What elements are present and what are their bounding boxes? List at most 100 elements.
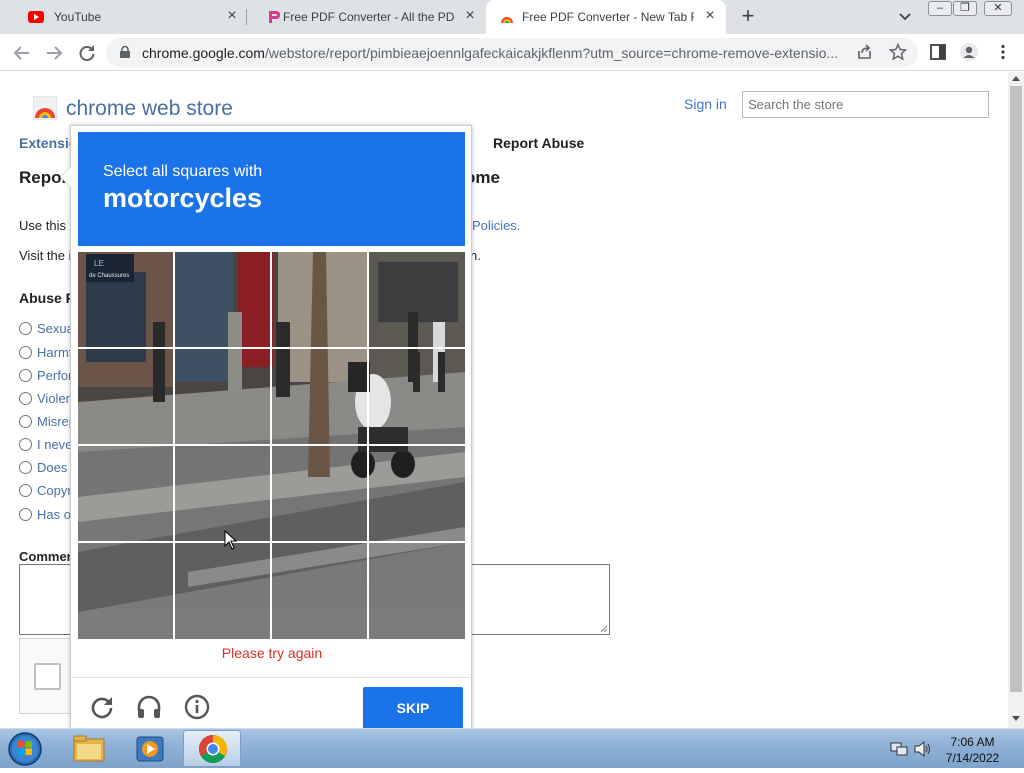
visit-text: Visit the i bbox=[19, 248, 72, 263]
abuse-option-label: Does bbox=[37, 459, 68, 475]
url-path: /webstore/report/pimbieaejoennlgafeckaic… bbox=[264, 45, 839, 61]
bookmark-star-icon[interactable] bbox=[889, 43, 907, 61]
challenge-tile[interactable] bbox=[369, 446, 465, 541]
profile-avatar-icon[interactable] bbox=[960, 43, 978, 61]
abuse-option[interactable]: Violen bbox=[19, 389, 73, 407]
radio-button[interactable] bbox=[19, 368, 32, 382]
scrollbar-thumb[interactable] bbox=[1010, 86, 1022, 692]
tab-strip: YouTube × Free PDF Converter - All the P… bbox=[0, 0, 1024, 34]
audio-challenge-headphones-icon[interactable] bbox=[136, 694, 162, 720]
reload-icon[interactable] bbox=[77, 43, 97, 63]
scroll-down-icon[interactable] bbox=[1012, 716, 1020, 721]
store-search-input[interactable] bbox=[742, 91, 989, 118]
clock-time[interactable]: 7:06 AM bbox=[930, 735, 1015, 749]
challenge-tile[interactable] bbox=[272, 252, 367, 347]
challenge-tile[interactable] bbox=[175, 252, 270, 347]
challenge-tile[interactable] bbox=[78, 252, 173, 347]
abuse-option[interactable]: Harmf bbox=[19, 343, 72, 361]
radio-button[interactable] bbox=[19, 507, 32, 521]
abuse-option[interactable]: Copyr bbox=[19, 481, 72, 499]
abuse-option-label: Has o bbox=[37, 506, 71, 522]
kebab-menu-icon[interactable] bbox=[994, 43, 1012, 61]
forward-arrow-icon[interactable] bbox=[44, 43, 64, 63]
webstore-icon bbox=[501, 17, 513, 23]
lock-icon bbox=[120, 46, 130, 58]
abuse-option[interactable]: I neve bbox=[19, 435, 72, 453]
radio-button[interactable] bbox=[19, 483, 32, 497]
challenge-tile[interactable] bbox=[175, 349, 270, 444]
abuse-option-label: I neve bbox=[37, 436, 73, 452]
abuse-option[interactable]: Misrep bbox=[19, 412, 76, 430]
taskbar-media-player[interactable] bbox=[121, 730, 179, 767]
clock-date[interactable]: 7/14/2022 bbox=[930, 751, 1015, 765]
new-tab-icon[interactable]: + bbox=[738, 5, 758, 27]
radio-button[interactable] bbox=[19, 321, 32, 335]
breadcrumb-extensions[interactable]: Extensio bbox=[19, 135, 77, 151]
sign-in-link[interactable]: Sign in bbox=[684, 96, 727, 112]
tab-webstore-active[interactable]: Free PDF Converter - New Tab Fo × bbox=[486, 0, 726, 34]
abuse-option-label: Perfor bbox=[37, 367, 73, 383]
challenge-tile[interactable] bbox=[78, 543, 173, 639]
abuse-option[interactable]: Does bbox=[19, 458, 67, 476]
mouse-cursor-icon bbox=[224, 530, 238, 550]
challenge-tile[interactable] bbox=[369, 349, 465, 444]
abuse-option[interactable]: Sexua bbox=[19, 319, 74, 337]
breadcrumb-report-abuse: Report Abuse bbox=[493, 135, 585, 151]
radio-button[interactable] bbox=[19, 391, 32, 405]
scroll-up-icon[interactable] bbox=[1012, 76, 1020, 81]
radio-button[interactable] bbox=[19, 414, 32, 428]
close-tab-icon[interactable]: × bbox=[462, 8, 478, 24]
challenge-tile[interactable] bbox=[369, 543, 465, 639]
challenge-tile[interactable] bbox=[272, 543, 367, 639]
challenge-tile[interactable] bbox=[78, 446, 173, 541]
minimize-window-button[interactable]: – bbox=[928, 1, 952, 16]
abuse-option[interactable]: Has o bbox=[19, 505, 71, 523]
challenge-tile[interactable] bbox=[175, 446, 270, 541]
info-icon[interactable] bbox=[184, 694, 210, 720]
radio-button[interactable] bbox=[19, 345, 32, 359]
restore-window-button[interactable]: ❐ bbox=[953, 1, 977, 16]
challenge-footer: SKIP bbox=[71, 677, 473, 731]
close-window-button[interactable]: ✕ bbox=[984, 1, 1012, 16]
challenge-tile[interactable] bbox=[272, 349, 367, 444]
recaptcha-checkbox[interactable] bbox=[34, 663, 61, 690]
comments-heading: Commen bbox=[19, 549, 75, 564]
resize-handle-icon[interactable] bbox=[600, 625, 608, 633]
challenge-tile[interactable] bbox=[78, 349, 173, 444]
challenge-tile[interactable] bbox=[272, 446, 367, 541]
back-arrow-icon[interactable] bbox=[12, 43, 32, 63]
share-icon[interactable] bbox=[856, 43, 874, 61]
taskbar-explorer[interactable] bbox=[60, 730, 118, 767]
skip-button[interactable]: SKIP bbox=[363, 687, 463, 729]
address-bar[interactable]: chrome.google.com/webstore/report/pimbie… bbox=[106, 38, 918, 67]
pdf-converter-icon bbox=[269, 11, 280, 23]
challenge-tile[interactable] bbox=[369, 252, 465, 347]
challenge-header: Select all squares with motorcycles bbox=[78, 132, 465, 246]
intro-text: Use this bbox=[19, 218, 66, 233]
tab-divider bbox=[246, 9, 247, 25]
side-panel-icon[interactable] bbox=[929, 43, 947, 61]
close-tab-icon[interactable]: × bbox=[702, 8, 718, 24]
challenge-tile[interactable] bbox=[175, 543, 270, 639]
abuse-option-label: Violen bbox=[37, 390, 73, 406]
windows-start-orb-icon[interactable] bbox=[6, 731, 44, 767]
tab-title: YouTube bbox=[54, 10, 102, 24]
tab-youtube[interactable]: YouTube × bbox=[10, 0, 246, 34]
tab-pdf-converter[interactable]: Free PDF Converter - All the PDF × bbox=[248, 0, 484, 34]
taskbar-chrome-active[interactable] bbox=[183, 730, 241, 767]
policies-link[interactable]: Policies. bbox=[472, 218, 520, 233]
reload-challenge-icon[interactable] bbox=[89, 694, 115, 720]
windows-taskbar: 7:06 AM 7/14/2022 bbox=[0, 728, 1024, 768]
radio-button[interactable] bbox=[19, 460, 32, 474]
challenge-error-message: Please try again bbox=[221, 645, 323, 661]
radio-button[interactable] bbox=[19, 437, 32, 451]
chevron-down-icon[interactable] bbox=[897, 8, 913, 24]
abuse-option[interactable]: Perfor bbox=[19, 366, 72, 384]
abuse-option-label: Harmf bbox=[37, 344, 73, 360]
popup-pointer-fill bbox=[61, 167, 71, 187]
close-tab-icon[interactable]: × bbox=[224, 8, 240, 24]
browser-toolbar: chrome.google.com/webstore/report/pimbie… bbox=[0, 34, 1024, 71]
page-scrollbar[interactable] bbox=[1008, 72, 1024, 728]
network-icon[interactable] bbox=[890, 741, 908, 757]
url-text: chrome.google.com/webstore/report/pimbie… bbox=[142, 45, 842, 61]
